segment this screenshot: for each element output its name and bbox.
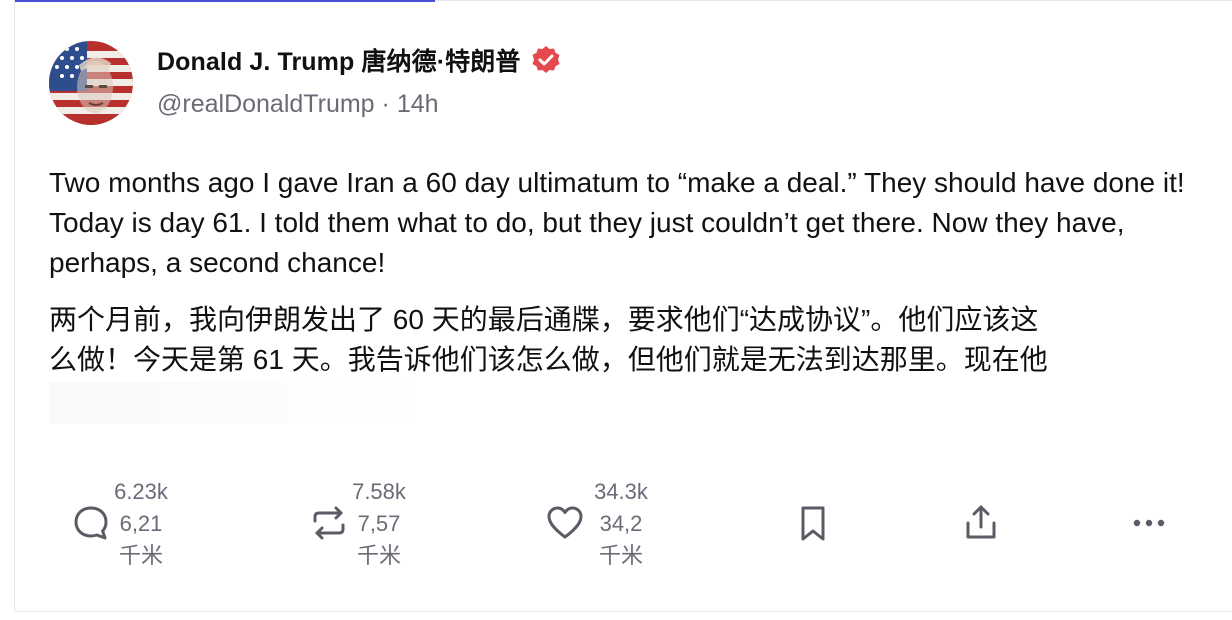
author-handle[interactable]: @realDonaldTrump xyxy=(157,90,375,118)
more-dots-icon xyxy=(1129,503,1169,543)
like-count: 34.3k 34,2 千米 xyxy=(594,479,648,568)
post-text-zh-line1: 两个月前，我向伊朗发出了 60 天的最后通牒，要求他们“达成协议”。他们应该这 xyxy=(49,304,1039,335)
top-accent-line xyxy=(15,0,435,2)
avatar[interactable] xyxy=(49,41,133,125)
author-meta: @realDonaldTrump · 14h xyxy=(157,90,439,119)
heart-icon xyxy=(545,503,585,543)
share-upload-icon xyxy=(961,503,1001,543)
author-name-row: Donald J. Trump 唐纳德·特朗普 xyxy=(157,42,562,78)
bookmark-icon xyxy=(793,503,833,543)
post-time[interactable]: 14h xyxy=(397,90,439,118)
verified-badge-icon xyxy=(530,44,562,76)
reply-count: 6.23k 6,21 千米 xyxy=(114,479,168,568)
post-card: Donald J. Trump 唐纳德·特朗普 @realDonaldTrump… xyxy=(14,0,1232,612)
retruth-count: 7.58k 7,57 千米 xyxy=(352,479,406,568)
post-text-zh: 两个月前，我向伊朗发出了 60 天的最后通牒，要求他们“达成协议”。他们应该这 … xyxy=(49,300,1209,380)
post-text-zh-line2: 么做！今天是第 61 天。我告诉他们该怎么做，但他们就是无法到达那里。现在他 xyxy=(49,344,1048,375)
action-bar: 6.23k 6,21 千米 7.58k 7,57 千米 34.3k 34,2 千… xyxy=(15,470,1232,580)
author-name[interactable]: Donald J. Trump 唐纳德·特朗普 xyxy=(157,42,520,78)
post-text-en: Two months ago I gave Iran a 60 day ulti… xyxy=(49,167,1185,278)
truncation-fade xyxy=(49,382,429,424)
meta-separator: · xyxy=(381,90,390,118)
top-divider xyxy=(435,0,1232,1)
